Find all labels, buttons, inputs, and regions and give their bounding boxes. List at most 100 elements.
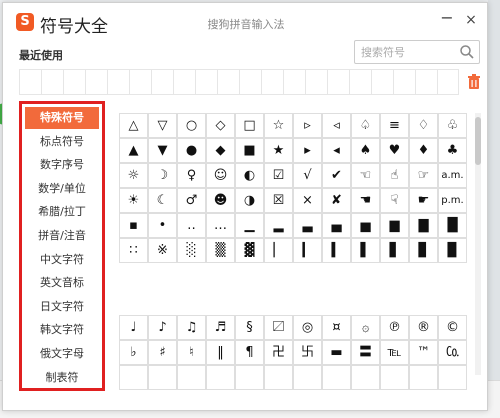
symbol-cell[interactable]: ◃ (322, 113, 351, 138)
symbol-cell[interactable]: ▼ (148, 138, 177, 163)
symbol-cell[interactable]: ♀ (177, 163, 206, 188)
symbol-cell[interactable]: ☾ (148, 188, 177, 213)
sidebar-item[interactable]: 英文音标 (25, 272, 99, 294)
symbol-cell[interactable] (148, 365, 177, 390)
symbol-cell[interactable]: ▇ (409, 213, 438, 238)
symbol-cell[interactable]: ♫ (177, 315, 206, 340)
symbol-cell[interactable]: ☑ (264, 163, 293, 188)
symbol-cell[interactable]: … (206, 213, 235, 238)
symbol-cell[interactable]: ※ (148, 238, 177, 263)
trash-icon[interactable] (467, 74, 481, 90)
recent-symbol-slot[interactable] (173, 69, 195, 95)
sidebar-item[interactable]: 特殊符号 (25, 107, 99, 129)
symbol-cell[interactable]: ♬ (206, 315, 235, 340)
search-input[interactable] (361, 44, 457, 60)
symbol-cell[interactable]: ☆ (264, 113, 293, 138)
symbol-cell[interactable] (322, 365, 351, 390)
symbol-cell[interactable]: ▽ (148, 113, 177, 138)
symbol-cell[interactable]: ☽ (148, 163, 177, 188)
symbol-cell[interactable]: ☟ (380, 188, 409, 213)
symbol-cell[interactable]: ▍ (322, 238, 351, 263)
recent-symbol-slot[interactable] (63, 69, 85, 95)
symbol-cell[interactable]: p.m. (438, 188, 467, 213)
recent-symbol-slot[interactable] (437, 69, 459, 95)
symbol-cell[interactable]: ㏇ (438, 340, 467, 365)
symbol-cell[interactable]: ◑ (235, 188, 264, 213)
symbol-cell[interactable]: ♠ (351, 138, 380, 163)
symbol-cell[interactable]: ■ (235, 138, 264, 163)
symbol-cell[interactable]: ◂ (322, 138, 351, 163)
symbol-cell[interactable]: ☺ (206, 163, 235, 188)
symbol-cell[interactable]: ‥ (177, 213, 206, 238)
recent-symbol-slot[interactable] (107, 69, 129, 95)
symbol-cell[interactable]: ▏ (264, 238, 293, 263)
recent-symbol-slot[interactable] (305, 69, 327, 95)
symbol-cell[interactable]: ☛ (409, 188, 438, 213)
symbol-cell[interactable]: ▹ (293, 113, 322, 138)
recent-symbol-slot[interactable] (85, 69, 107, 95)
symbol-cell[interactable]: ♂ (177, 188, 206, 213)
symbol-cell[interactable]: ™ (409, 340, 438, 365)
scrollbar-thumb[interactable] (475, 117, 481, 165)
recent-symbol-slot[interactable] (41, 69, 63, 95)
symbol-cell[interactable]: ◇ (206, 113, 235, 138)
symbol-cell[interactable]: ▌ (351, 238, 380, 263)
symbol-cell[interactable]: × (293, 188, 322, 213)
symbol-cell[interactable]: ▊ (409, 238, 438, 263)
symbol-cell[interactable]: ‖ (206, 340, 235, 365)
symbol-cell[interactable]: ▂ (264, 213, 293, 238)
sidebar-item[interactable]: 标点符号 (25, 131, 99, 153)
symbol-cell[interactable]: ◐ (235, 163, 264, 188)
symbol-cell[interactable]: █ (438, 213, 467, 238)
sidebar-item[interactable]: 韩文字符 (25, 319, 99, 341)
symbol-cell[interactable]: ○ (177, 113, 206, 138)
sidebar-item[interactable]: 制表符 (25, 367, 99, 389)
minimize-button[interactable]: − (439, 10, 455, 28)
symbol-cell[interactable]: ☜ (351, 163, 380, 188)
symbol-cell[interactable]: ♥ (380, 138, 409, 163)
symbol-cell[interactable]: 卍 (264, 340, 293, 365)
symbol-cell[interactable]: ★ (264, 138, 293, 163)
recent-symbol-slot[interactable] (393, 69, 415, 95)
symbol-cell[interactable] (206, 365, 235, 390)
symbol-cell[interactable]: ☼ (119, 163, 148, 188)
symbol-cell[interactable]: ✔ (322, 163, 351, 188)
symbol-cell[interactable]: □ (235, 113, 264, 138)
symbol-cell[interactable]: ¶ (235, 340, 264, 365)
symbol-cell[interactable] (264, 365, 293, 390)
symbol-cell[interactable]: ☝ (380, 163, 409, 188)
sidebar-item[interactable]: 中文字符 (25, 249, 99, 271)
recent-symbol-slot[interactable] (217, 69, 239, 95)
recent-symbol-slot[interactable] (261, 69, 283, 95)
recent-symbol-slot[interactable] (239, 69, 261, 95)
symbol-cell[interactable]: ℡ (380, 340, 409, 365)
sidebar-item[interactable]: 拼音/注音 (25, 225, 99, 247)
symbol-cell[interactable]: ♢ (409, 113, 438, 138)
symbol-cell[interactable]: 卐 (293, 340, 322, 365)
symbol-cell[interactable]: 〼 (264, 315, 293, 340)
symbol-cell[interactable]: ▬ (322, 340, 351, 365)
close-button[interactable]: × (463, 12, 479, 28)
symbol-cell[interactable]: ☞ (409, 163, 438, 188)
recent-symbol-slot[interactable] (283, 69, 305, 95)
symbol-cell[interactable]: √ (293, 163, 322, 188)
symbol-cell[interactable] (235, 365, 264, 390)
symbol-cell[interactable]: ▓ (235, 238, 264, 263)
symbol-cell[interactable]: ▸ (293, 138, 322, 163)
recent-symbol-slot[interactable] (371, 69, 393, 95)
symbol-cell[interactable]: ▄ (322, 213, 351, 238)
symbol-cell[interactable] (409, 365, 438, 390)
symbol-cell[interactable]: ♩ (119, 315, 148, 340)
sidebar-item[interactable]: 俄文字母 (25, 343, 99, 365)
symbol-cell[interactable]: ♮ (177, 340, 206, 365)
symbol-cell[interactable]: ☒ (264, 188, 293, 213)
symbol-cell[interactable]: ▉ (438, 238, 467, 263)
symbol-cell[interactable]: ▋ (380, 238, 409, 263)
symbol-cell[interactable]: ♤ (351, 113, 380, 138)
symbol-cell[interactable]: ♯ (148, 340, 177, 365)
search-box[interactable] (354, 40, 480, 64)
symbol-cell[interactable] (177, 365, 206, 390)
symbol-cell[interactable]: ▎ (293, 238, 322, 263)
symbol-cell[interactable]: ℗ (380, 315, 409, 340)
symbol-cell[interactable]: ♪ (148, 315, 177, 340)
